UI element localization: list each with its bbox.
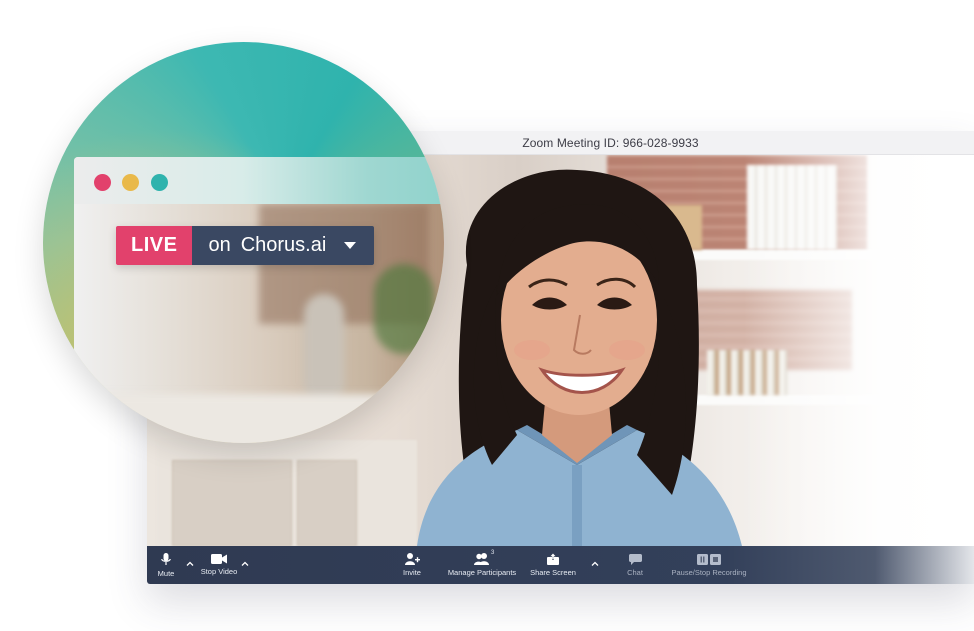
microphone-icon xyxy=(161,552,171,565)
maximize-dot-icon xyxy=(151,174,168,191)
participant-person xyxy=(417,169,742,546)
share-options-caret[interactable] xyxy=(589,557,601,569)
chevron-up-icon xyxy=(591,561,599,566)
participants-icon xyxy=(474,553,489,565)
pause-stop-recording-label: Pause/Stop Recording xyxy=(671,567,747,577)
cabinet-door xyxy=(172,460,292,546)
pause-stop-icon xyxy=(697,553,721,565)
mini-window-titlebar xyxy=(74,157,444,204)
live-tag: LIVE xyxy=(116,226,193,265)
mute-label: Mute xyxy=(157,568,175,578)
mini-browser-window xyxy=(74,157,444,443)
audio-options-caret[interactable] xyxy=(184,557,196,569)
stop-video-label: Stop Video xyxy=(200,567,238,576)
chat-bubble-icon xyxy=(628,553,642,565)
video-fade xyxy=(744,155,974,546)
share-screen-button[interactable]: Share Screen xyxy=(530,546,576,584)
chevron-up-icon xyxy=(186,561,194,566)
close-dot-icon xyxy=(94,174,111,191)
share-screen-icon xyxy=(547,553,559,565)
meeting-toolbar: Mute Stop Video Invite Manage Participan… xyxy=(147,546,974,584)
add-user-icon xyxy=(404,553,420,565)
marketing-composite: Zoom Meeting ID: 966-028-9933 Mute Stop … xyxy=(0,0,974,631)
minimize-dot-icon xyxy=(122,174,139,191)
share-screen-label: Share Screen xyxy=(530,568,576,577)
blurred-plant xyxy=(374,264,434,354)
participant-count: 3 xyxy=(491,550,495,556)
chat-label: Chat xyxy=(627,567,643,577)
invite-button[interactable]: Invite xyxy=(399,546,425,584)
brand-name: Chorus.ai xyxy=(240,234,327,256)
manage-participants-label: Manage Participants xyxy=(447,568,517,577)
live-on-chorus-badge[interactable]: LIVE on Chorus.ai xyxy=(116,226,375,265)
mute-button[interactable]: Mute xyxy=(155,546,177,584)
blurred-desk xyxy=(74,394,444,443)
blurred-lamp xyxy=(304,294,344,404)
invite-label: Invite xyxy=(403,568,421,577)
chat-button[interactable]: Chat xyxy=(623,546,647,584)
meeting-id-title: Zoom Meeting ID: 966-028-9933 xyxy=(522,135,699,150)
manage-participants-button[interactable]: Manage Participants 3 xyxy=(447,546,517,584)
live-on-text: on xyxy=(208,234,231,256)
video-camera-icon xyxy=(211,554,227,564)
stop-video-button[interactable]: Stop Video xyxy=(199,546,239,584)
live-platform-dropdown[interactable]: on Chorus.ai xyxy=(192,226,375,265)
chevron-up-icon xyxy=(241,561,249,566)
caret-down-icon xyxy=(344,242,357,249)
cabinet-door xyxy=(297,460,357,546)
video-options-caret[interactable] xyxy=(239,557,251,569)
pause-stop-recording-button[interactable]: Pause/Stop Recording xyxy=(671,546,747,584)
